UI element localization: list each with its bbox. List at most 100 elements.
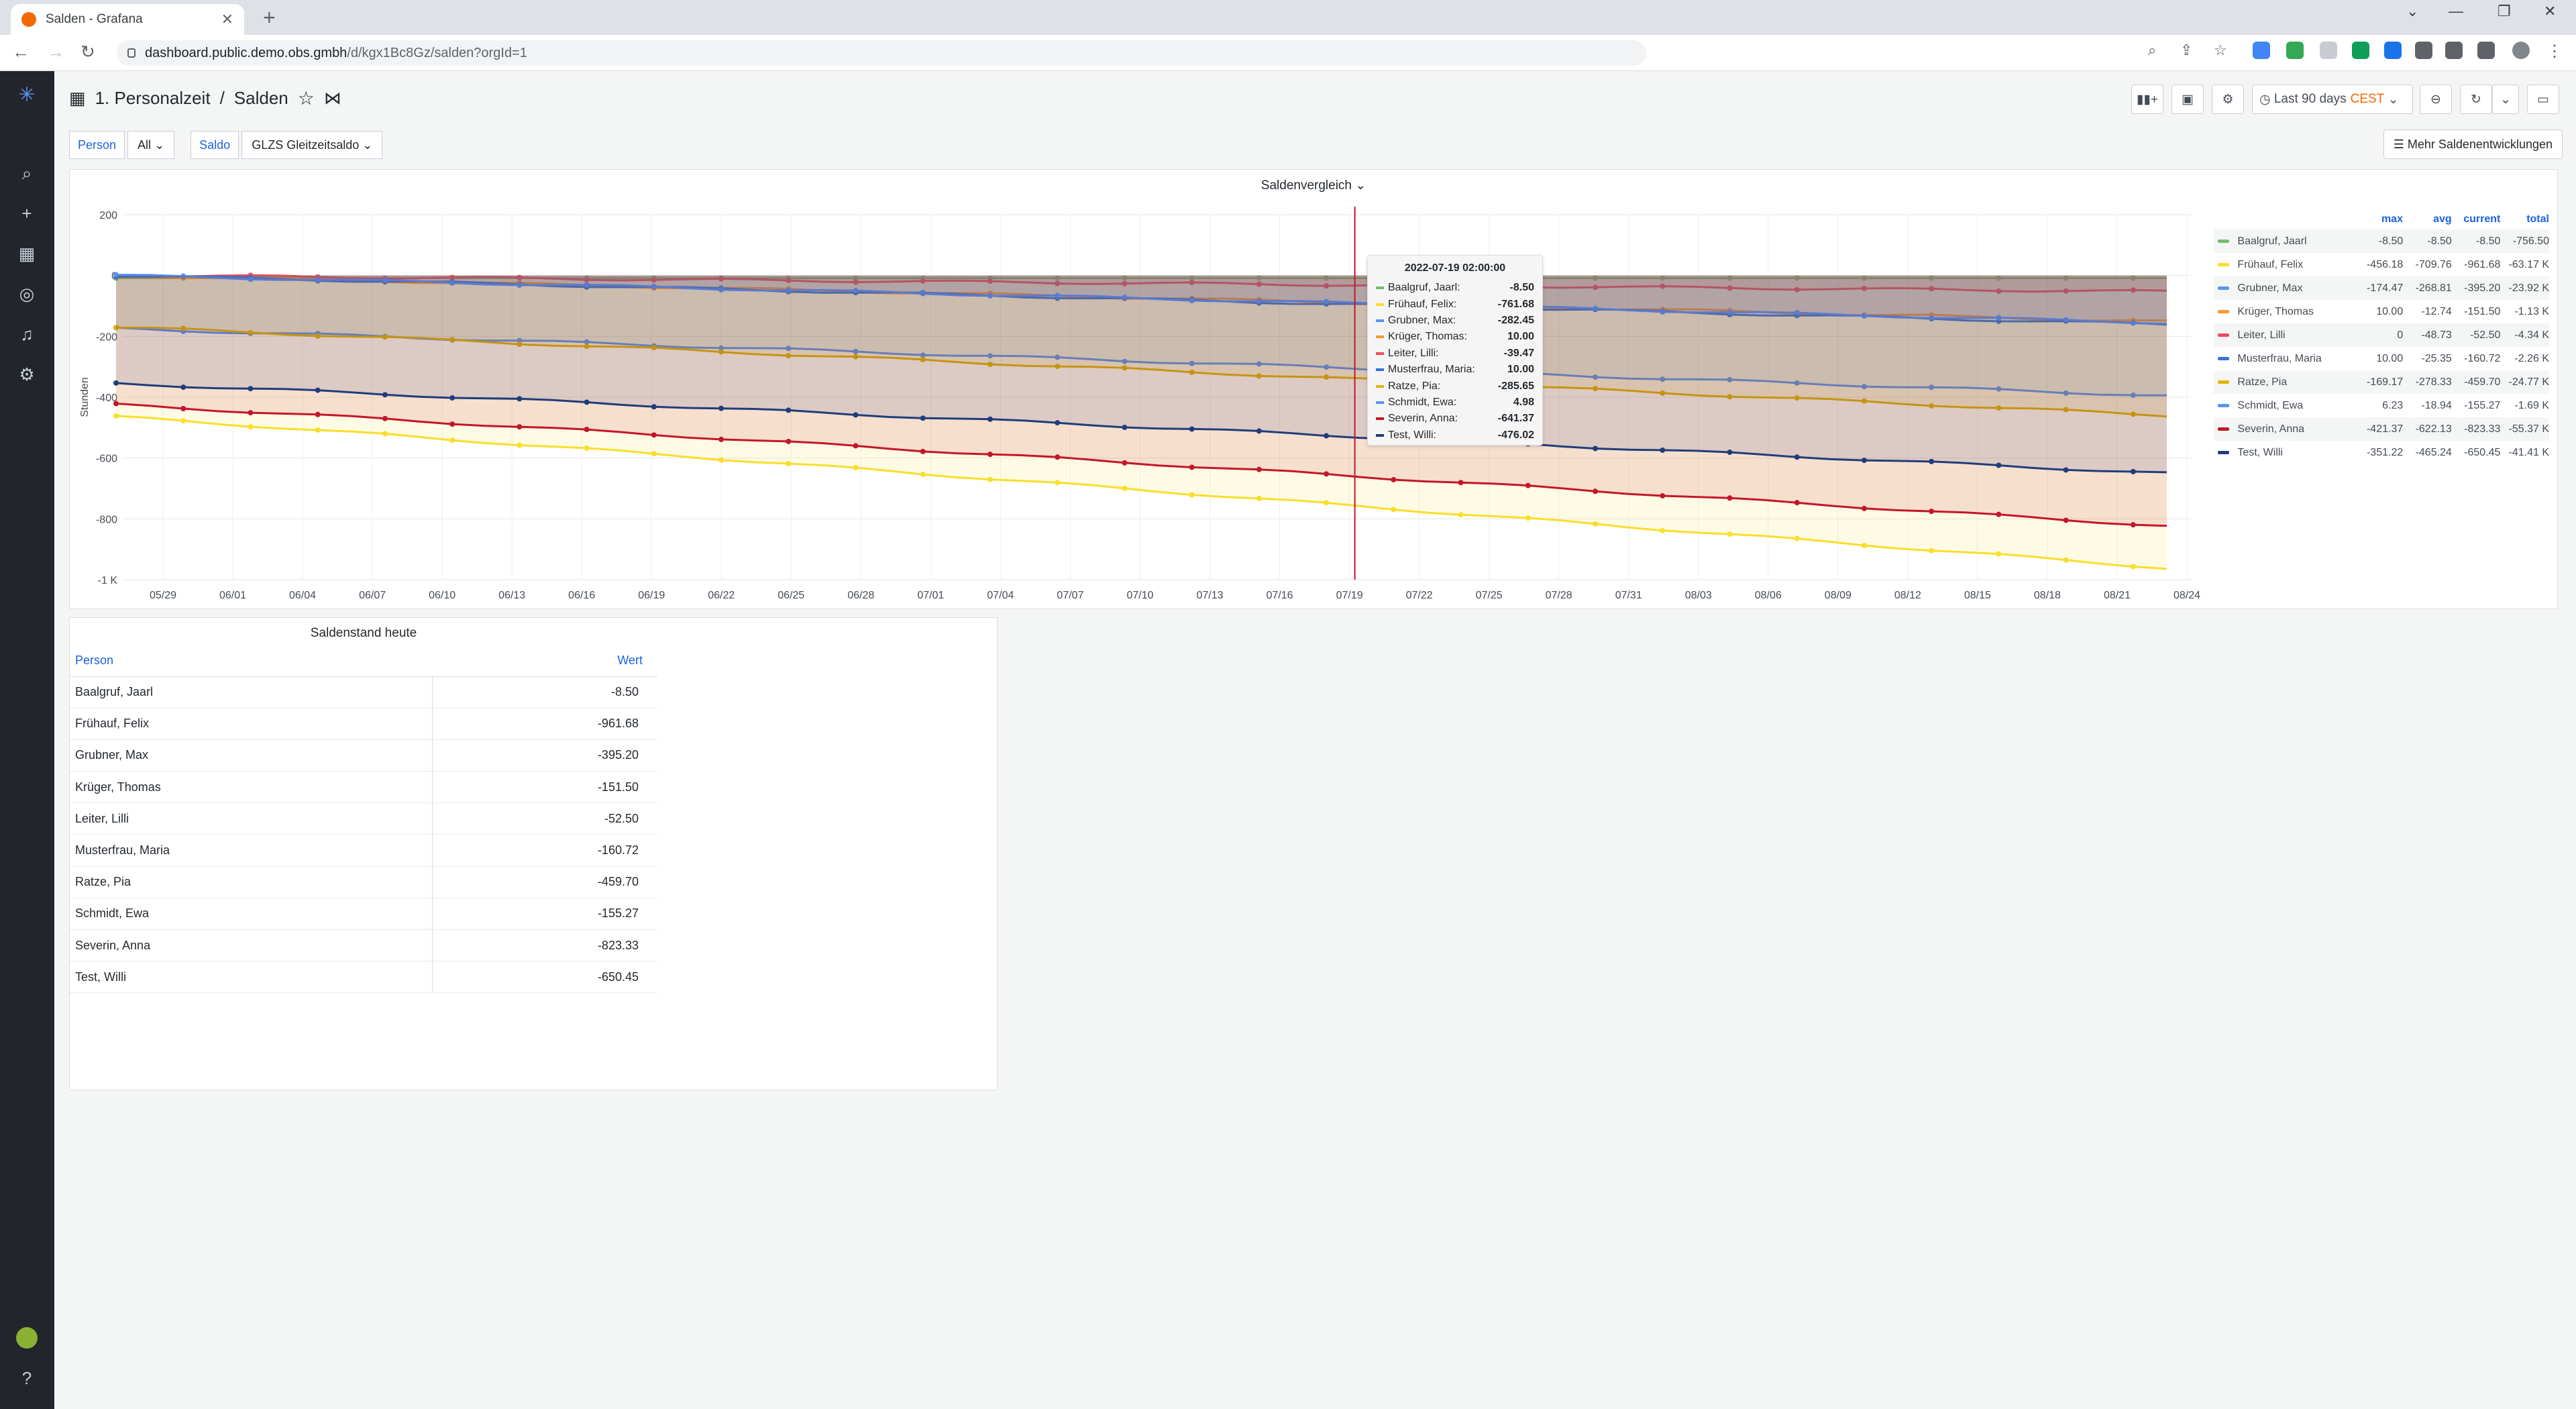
extensions-puzzle-icon[interactable] bbox=[2445, 42, 2463, 59]
legend-series-name[interactable]: Frühauf, Felix bbox=[2237, 259, 2354, 271]
table-row[interactable]: Schmidt, Ewa -155.27 bbox=[70, 898, 657, 929]
save-icon[interactable]: ▣ bbox=[2171, 85, 2204, 114]
y-tick-label: -600 bbox=[96, 454, 117, 465]
dashboard-grid-icon: ▦ bbox=[69, 88, 86, 109]
tooltip-value: -761.68 bbox=[1498, 299, 1534, 311]
refresh-icon[interactable]: ↻ bbox=[2460, 85, 2492, 114]
share-page-icon[interactable]: ⇪ bbox=[2180, 42, 2192, 59]
table-row[interactable]: Severin, Anna -823.33 bbox=[70, 930, 657, 961]
table-row[interactable]: Test, Willi -650.45 bbox=[70, 961, 657, 993]
bookmark-star-icon[interactable]: ☆ bbox=[2214, 42, 2227, 59]
data-point bbox=[180, 384, 186, 390]
legend-item[interactable]: Leiter, Lilli 0 -48.73 -52.50 -4.34 K bbox=[2214, 323, 2549, 347]
explore-icon[interactable]: ◎ bbox=[16, 283, 38, 305]
tooltip-row: Krüger, Thomas: 10.00 bbox=[1376, 329, 1534, 345]
table-panel-title[interactable]: Saldenstand heute bbox=[70, 626, 657, 641]
legend-series-name[interactable]: Musterfrau, Maria bbox=[2237, 353, 2354, 365]
legend-col-avg[interactable]: avg bbox=[2403, 213, 2452, 225]
saldo-variable-select[interactable]: GLZS Gleitzeitsaldo ⌄ bbox=[241, 131, 382, 159]
table-row[interactable]: Krüger, Thomas -151.50 bbox=[70, 772, 657, 803]
grafana-logo-icon[interactable]: ✳ bbox=[16, 85, 38, 106]
search-icon[interactable]: ⌕ bbox=[16, 162, 38, 184]
legend-series-name[interactable]: Leiter, Lilli bbox=[2237, 329, 2354, 342]
legend-max: -169.17 bbox=[2355, 376, 2404, 388]
legend-item[interactable]: Test, Willi -351.22 -465.24 -650.45 -41.… bbox=[2214, 441, 2549, 464]
legend-col-max[interactable]: max bbox=[2354, 213, 2403, 225]
sidepanel-icon[interactable] bbox=[2477, 42, 2495, 59]
table-row[interactable]: Baalgruf, Jaarl -8.50 bbox=[70, 676, 657, 708]
col-wert-header[interactable]: Wert bbox=[433, 645, 657, 676]
refresh-interval-chevron-icon[interactable]: ⌄ bbox=[2492, 85, 2519, 114]
legend-item[interactable]: Frühauf, Felix -456.18 -709.76 -961.68 -… bbox=[2214, 253, 2549, 276]
table-row[interactable]: Leiter, Lilli -52.50 bbox=[70, 803, 657, 835]
zoom-out-icon[interactable]: ⊖ bbox=[2420, 85, 2452, 114]
dashboards-icon[interactable]: ▦ bbox=[16, 243, 38, 264]
legend-col-total[interactable]: total bbox=[2500, 213, 2549, 225]
alerting-icon[interactable]: ♫ bbox=[16, 323, 38, 345]
table-row[interactable]: Frühauf, Felix -961.68 bbox=[70, 708, 657, 739]
legend-series-name[interactable]: Severin, Anna bbox=[2237, 423, 2354, 435]
legend-header: max avg current total bbox=[2214, 209, 2549, 229]
forward-icon[interactable]: → bbox=[47, 42, 64, 62]
legend-item[interactable]: Krüger, Thomas 10.00 -12.74 -151.50 -1.1… bbox=[2214, 300, 2549, 323]
close-tab-icon[interactable]: ✕ bbox=[221, 11, 233, 28]
legend-series-name[interactable]: Grubner, Max bbox=[2237, 282, 2354, 295]
tooltip-row: Schmidt, Ewa: 4.98 bbox=[1376, 395, 1534, 411]
browser-menu-icon[interactable]: ⋮ bbox=[2546, 42, 2563, 59]
legend-series-name[interactable]: Schmidt, Ewa bbox=[2237, 400, 2354, 412]
cell-person: Musterfrau, Maria bbox=[70, 835, 433, 866]
data-point bbox=[1794, 536, 1800, 541]
reload-icon[interactable]: ↻ bbox=[80, 42, 95, 62]
table-row[interactable]: Ratze, Pia -459.70 bbox=[70, 866, 657, 898]
extension-purple-icon[interactable] bbox=[2415, 42, 2432, 59]
more-button-label: Mehr Saldenentwicklungen bbox=[2408, 138, 2553, 151]
tv-mode-icon[interactable]: ▭ bbox=[2527, 85, 2559, 114]
breadcrumb-folder[interactable]: 1. Personalzeit bbox=[95, 88, 211, 109]
extension-green-icon[interactable] bbox=[2286, 42, 2304, 59]
legend-item[interactable]: Schmidt, Ewa 6.23 -18.94 -155.27 -1.69 K bbox=[2214, 394, 2549, 417]
extension-translate-icon[interactable] bbox=[2253, 42, 2270, 59]
profile-avatar-icon[interactable] bbox=[2512, 42, 2530, 59]
create-icon[interactable]: + bbox=[16, 203, 38, 224]
back-icon[interactable]: ← bbox=[12, 42, 30, 62]
extension-blue-icon[interactable] bbox=[2384, 42, 2402, 59]
legend-col-current[interactable]: current bbox=[2452, 213, 2501, 225]
url-input[interactable]: dashboard.public.demo.obs.gmbh/d/kgx1Bc8… bbox=[117, 40, 1646, 66]
close-window-icon[interactable]: ✕ bbox=[2544, 3, 2556, 20]
x-tick-label: 06/01 bbox=[219, 590, 246, 601]
page-title[interactable]: Salden bbox=[234, 88, 288, 109]
extension-drive-icon[interactable] bbox=[2352, 42, 2369, 59]
table-row[interactable]: Grubner, Max -395.20 bbox=[70, 739, 657, 771]
legend-item[interactable]: Ratze, Pia -169.17 -278.33 -459.70 -24.7… bbox=[2214, 370, 2549, 394]
new-tab-icon[interactable]: + bbox=[263, 5, 276, 30]
legend-series-name[interactable]: Ratze, Pia bbox=[2237, 376, 2354, 388]
legend-series-name[interactable]: Baalgruf, Jaarl bbox=[2237, 236, 2354, 248]
col-person-header[interactable]: Person bbox=[70, 645, 433, 676]
share-icon[interactable]: ⋈ bbox=[324, 88, 341, 109]
zoom-icon[interactable]: ⌕ bbox=[2148, 42, 2156, 59]
person-variable-select[interactable]: All ⌄ bbox=[127, 131, 174, 159]
more-saldenentwicklungen-button[interactable]: ☰ Mehr Saldenentwicklungen bbox=[2383, 129, 2563, 159]
settings-gear-icon[interactable]: ⚙ bbox=[2212, 85, 2244, 114]
legend-item[interactable]: Grubner, Max -174.47 -268.81 -395.20 -23… bbox=[2214, 276, 2549, 300]
legend-item[interactable]: Baalgruf, Jaarl -8.50 -8.50 -8.50 -756.5… bbox=[2214, 229, 2549, 253]
star-icon[interactable]: ☆ bbox=[298, 87, 315, 109]
legend-item[interactable]: Severin, Anna -421.37 -622.13 -823.33 -5… bbox=[2214, 417, 2549, 441]
extension-grey-icon[interactable] bbox=[2320, 42, 2337, 59]
add-panel-icon[interactable]: ▮▮+ bbox=[2131, 85, 2163, 114]
time-range-label: Last 90 days bbox=[2274, 92, 2347, 107]
user-avatar-icon[interactable] bbox=[16, 1327, 38, 1349]
legend-item[interactable]: Musterfrau, Maria 10.00 -25.35 -160.72 -… bbox=[2214, 347, 2549, 370]
legend-series-name[interactable]: Test, Willi bbox=[2237, 447, 2354, 459]
browser-tab[interactable]: Salden - Grafana ✕ bbox=[11, 4, 244, 35]
minimize-icon[interactable]: — bbox=[2449, 3, 2463, 20]
time-picker-button[interactable]: ◷ Last 90 days CEST ⌄ bbox=[2252, 85, 2413, 114]
tooltip-series-name: Ratze, Pia: bbox=[1388, 380, 1440, 393]
tab-search-icon[interactable]: ⌄ bbox=[2406, 3, 2418, 20]
table-row[interactable]: Musterfrau, Maria -160.72 bbox=[70, 835, 657, 866]
configuration-gear-icon[interactable]: ⚙ bbox=[16, 364, 38, 385]
help-icon[interactable]: ? bbox=[16, 1367, 38, 1389]
saldenvergleich-chart[interactable]: 2000-200-400-600-800-1 K05/2906/0106/040… bbox=[69, 169, 2216, 609]
legend-series-name[interactable]: Krüger, Thomas bbox=[2237, 306, 2354, 318]
restore-icon[interactable]: ❐ bbox=[2498, 3, 2511, 20]
